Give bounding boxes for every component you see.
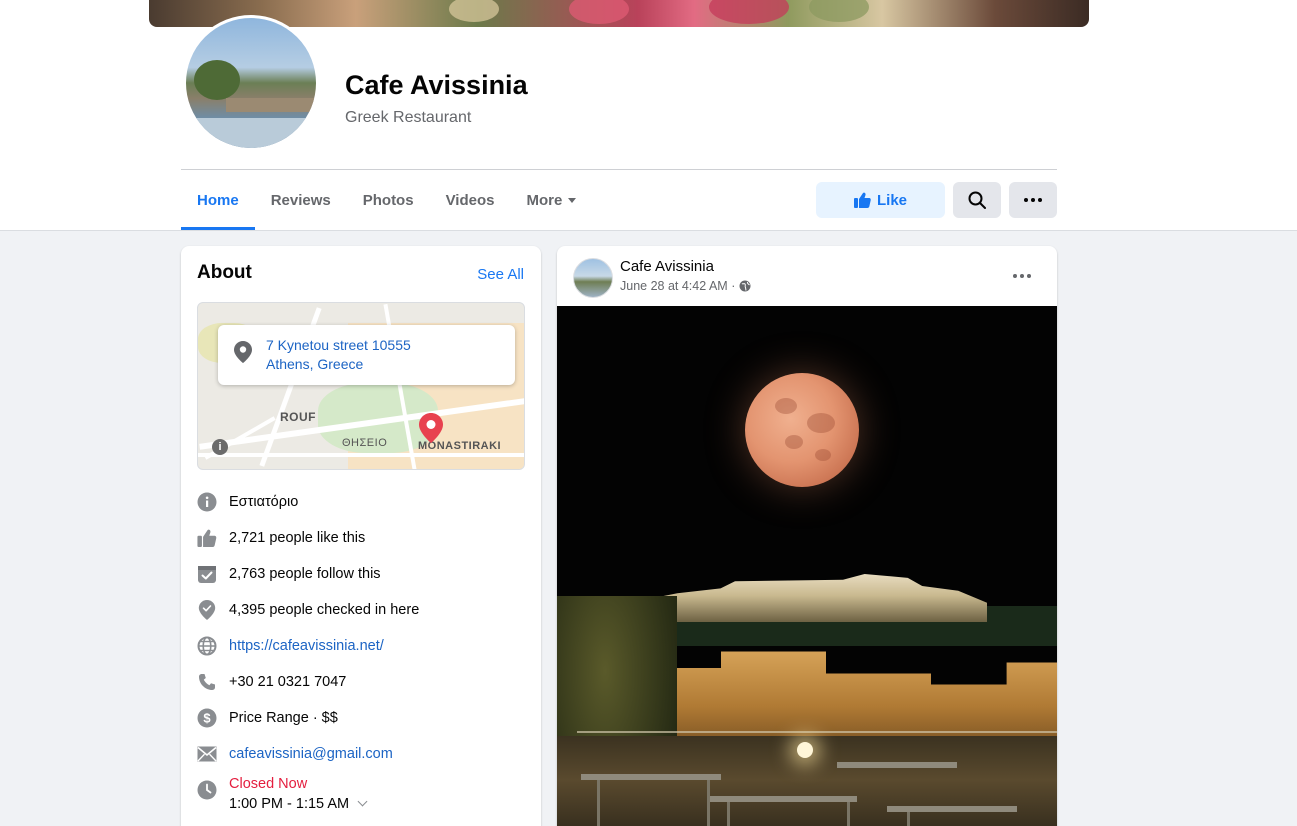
info-row-hours[interactable]: Closed Now 1:00 PM - 1:15 AM <box>197 776 368 818</box>
caret-down-icon <box>568 197 577 203</box>
post-timestamp[interactable]: June 28 at 4:42 AM · <box>620 279 735 293</box>
post-options-button[interactable] <box>1013 274 1031 278</box>
post-author-avatar[interactable] <box>573 258 613 298</box>
map-label-rouf: ROUF <box>280 410 316 424</box>
page-title: Cafe Avissinia <box>345 70 528 100</box>
tab-reviews-label: Reviews <box>270 191 331 209</box>
phone-icon <box>197 672 217 692</box>
checkin-icon <box>197 600 217 620</box>
follow-check-icon <box>197 564 217 584</box>
location-pin-icon <box>234 341 252 363</box>
tab-reviews[interactable]: Reviews <box>255 170 347 230</box>
page-category: Greek Restaurant <box>345 109 472 126</box>
tab-home[interactable]: Home <box>181 170 255 230</box>
moon-image <box>745 373 859 487</box>
checkins-text: 4,395 people checked in here <box>229 602 420 618</box>
thumbs-up-icon <box>197 528 217 548</box>
info-row-website: https://cafeavissinia.net/ <box>197 634 384 658</box>
page-header: Cafe Avissinia Greek Restaurant Home Rev… <box>0 0 1297 231</box>
hours-text: 1:00 PM - 1:15 AM <box>229 796 350 812</box>
post-card: Cafe Avissinia June 28 at 4:42 AM · <box>557 246 1057 826</box>
category-text: Εστιατόριο <box>229 494 299 510</box>
address-card[interactable]: 7 Kynetou street 10555 Athens, Greece <box>218 325 515 385</box>
phone-text: +30 21 0321 7047 <box>229 674 347 690</box>
envelope-icon <box>197 744 217 764</box>
post-author-name[interactable]: Cafe Avissinia <box>620 258 714 275</box>
search-icon <box>968 191 986 209</box>
thumbs-up-icon <box>853 192 871 208</box>
profile-picture[interactable] <box>183 15 319 151</box>
info-row-email: cafeavissinia@gmail.com <box>197 742 393 766</box>
map-info-icon[interactable]: i <box>212 439 228 455</box>
tab-home-label: Home <box>197 191 239 209</box>
tab-more-label: More <box>526 191 563 209</box>
like-button[interactable]: Like <box>816 182 945 218</box>
map-label-thiseio: ΘΗΣΕΙΟ <box>342 437 388 449</box>
hours-status: Closed Now <box>229 776 308 792</box>
tab-photos[interactable]: Photos <box>347 170 430 230</box>
info-row-category: Εστιατόριο <box>197 490 298 514</box>
cover-photo[interactable] <box>149 0 1089 27</box>
see-all-link[interactable]: See All <box>477 266 524 283</box>
page-tabs: Home Reviews Photos Videos More <box>181 170 592 230</box>
more-options-button[interactable] <box>1009 182 1057 218</box>
svg-text:$: $ <box>203 711 211 726</box>
clock-icon <box>197 780 217 800</box>
price-text: Price Range · $$ <box>229 710 338 726</box>
tab-photos-label: Photos <box>362 191 414 209</box>
address-line2[interactable]: Athens, Greece <box>266 356 363 372</box>
tab-videos[interactable]: Videos <box>430 170 511 230</box>
info-row-likes: 2,721 people like this <box>197 526 365 550</box>
post-meta: June 28 at 4:42 AM · <box>620 279 751 293</box>
location-map[interactable]: ROUF ΘΗΣΕΙΟ MONASTIRAKI i 7 Kynetou stre… <box>197 302 525 470</box>
info-icon <box>197 492 217 512</box>
info-row-phone: +30 21 0321 7047 <box>197 670 346 694</box>
map-marker-icon <box>419 413 443 443</box>
globe-icon <box>739 280 751 292</box>
chevron-down-icon[interactable] <box>357 796 368 807</box>
tab-more[interactable]: More <box>511 170 593 230</box>
search-button[interactable] <box>953 182 1001 218</box>
post-photo[interactable] <box>557 306 1057 826</box>
tab-videos-label: Videos <box>445 191 495 209</box>
more-horizontal-icon <box>1024 198 1042 202</box>
globe-icon <box>197 636 217 656</box>
info-row-follows: 2,763 people follow this <box>197 562 381 586</box>
like-label: Like <box>876 191 907 209</box>
info-row-price: $ Price Range · $$ <box>197 706 338 730</box>
email-link[interactable]: cafeavissinia@gmail.com <box>229 746 393 762</box>
dollar-icon: $ <box>197 708 217 728</box>
acropolis-image <box>627 574 987 622</box>
likes-text: 2,721 people like this <box>229 530 366 546</box>
website-link[interactable]: https://cafeavissinia.net/ <box>229 638 384 654</box>
more-horizontal-icon <box>1013 274 1031 278</box>
info-row-checkins: 4,395 people checked in here <box>197 598 419 622</box>
about-title: About <box>197 262 252 283</box>
follows-text: 2,763 people follow this <box>229 566 381 582</box>
about-card: About See All ROUF ΘΗΣΕΙΟ MONASTIRAKI i … <box>181 246 541 826</box>
address-line1[interactable]: 7 Kynetou street 10555 <box>266 337 411 353</box>
